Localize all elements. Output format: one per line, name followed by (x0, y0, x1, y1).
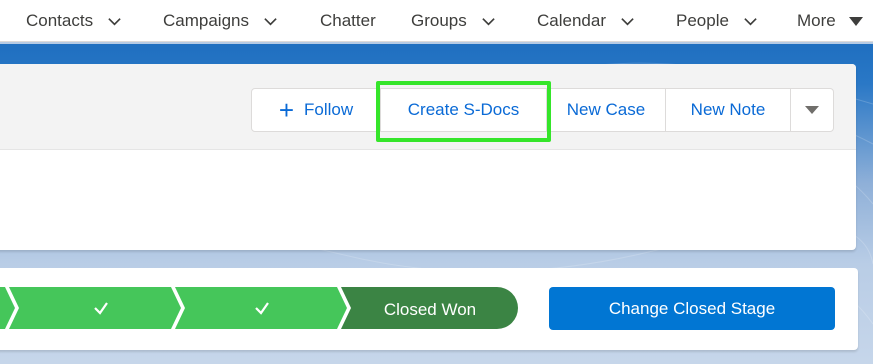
follow-button[interactable]: + Follow (251, 88, 381, 132)
caret-down-icon[interactable] (848, 15, 864, 27)
new-note-label: New Note (690, 100, 766, 119)
nav-item-more[interactable]: More (797, 0, 864, 42)
nav-item-label: Groups (411, 11, 467, 30)
new-case-button[interactable]: New Case (546, 88, 666, 132)
caret-down-icon (805, 106, 819, 114)
nav-item-chatter[interactable]: Chatter (320, 0, 376, 42)
record-header: + Follow Create S-Docs New Case New Note (0, 64, 856, 150)
change-closed-stage-button[interactable]: Change Closed Stage (549, 287, 835, 330)
nav-item-label: Campaigns (163, 11, 249, 30)
nav-item-label: Chatter (320, 11, 376, 30)
current-stage-label: Closed Won (383, 300, 477, 319)
chevron-down-icon[interactable] (743, 14, 758, 29)
nav-item-groups[interactable]: Groups (411, 0, 496, 42)
record-header-card: + Follow Create S-Docs New Case New Note (0, 64, 856, 250)
follow-label: Follow (304, 100, 354, 119)
top-navigation: Contacts Campaigns Chatter Groups Calend… (0, 0, 873, 42)
action-button-group: + Follow Create S-Docs New Case New Note (251, 88, 834, 132)
nav-item-label: People (676, 11, 729, 30)
new-case-label: New Case (566, 100, 646, 119)
new-note-button[interactable]: New Note (665, 88, 791, 132)
chevron-down-icon[interactable] (481, 14, 496, 29)
nav-item-label: More (797, 11, 836, 30)
path-card: Closed Won Change Closed Stage (0, 268, 858, 350)
create-sdocs-label: Create S-Docs (407, 100, 520, 119)
nav-item-label: Calendar (537, 11, 606, 30)
nav-item-calendar[interactable]: Calendar (537, 0, 635, 42)
plus-icon: + (278, 95, 295, 125)
nav-item-label: Contacts (26, 11, 94, 30)
nav-item-campaigns[interactable]: Campaigns (163, 0, 278, 42)
nav-item-people[interactable]: People (676, 0, 758, 42)
more-actions-button[interactable] (790, 88, 834, 132)
path-step-complete[interactable] (175, 287, 347, 329)
create-sdocs-button[interactable]: Create S-Docs (380, 88, 547, 132)
chevron-down-icon[interactable] (620, 14, 635, 29)
nav-item-contacts[interactable]: Contacts (26, 0, 122, 42)
chevron-down-icon[interactable] (107, 14, 122, 29)
chevron-down-icon[interactable] (263, 14, 278, 29)
